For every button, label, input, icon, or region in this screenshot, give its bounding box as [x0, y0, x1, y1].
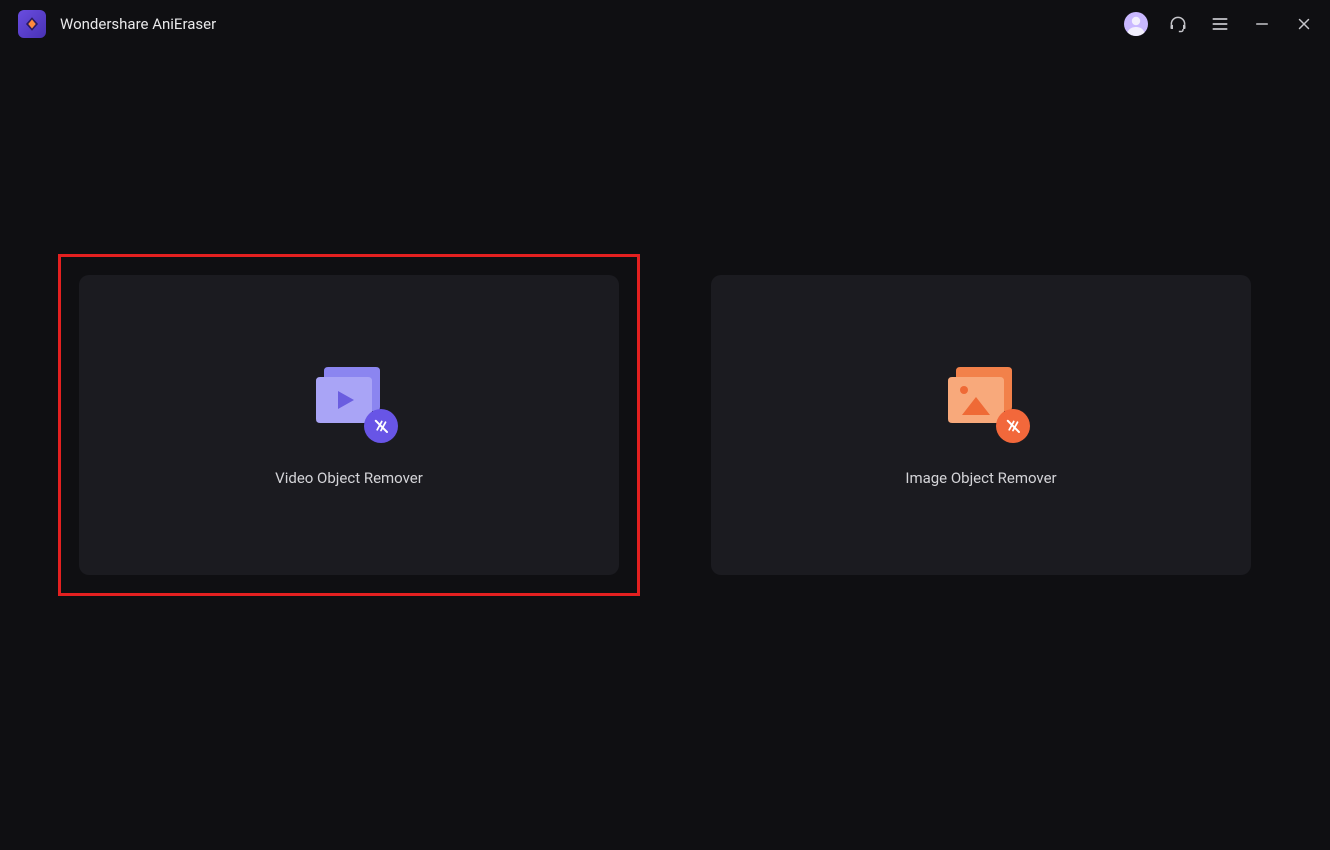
- video-object-remover-card[interactable]: Video Object Remover: [79, 275, 619, 575]
- image-object-remover-card[interactable]: Image Object Remover: [711, 275, 1251, 575]
- video-card-icon: [310, 363, 388, 435]
- main-content: Video Object Remover: [0, 0, 1330, 850]
- image-card-wrap: Image Object Remover: [690, 254, 1272, 596]
- image-card-label: Image Object Remover: [905, 469, 1056, 487]
- video-card-highlight: Video Object Remover: [58, 254, 640, 596]
- video-card-label: Video Object Remover: [275, 469, 423, 487]
- eraser-badge-icon: [996, 409, 1030, 443]
- image-card-icon: [942, 363, 1020, 435]
- eraser-badge-icon: [364, 409, 398, 443]
